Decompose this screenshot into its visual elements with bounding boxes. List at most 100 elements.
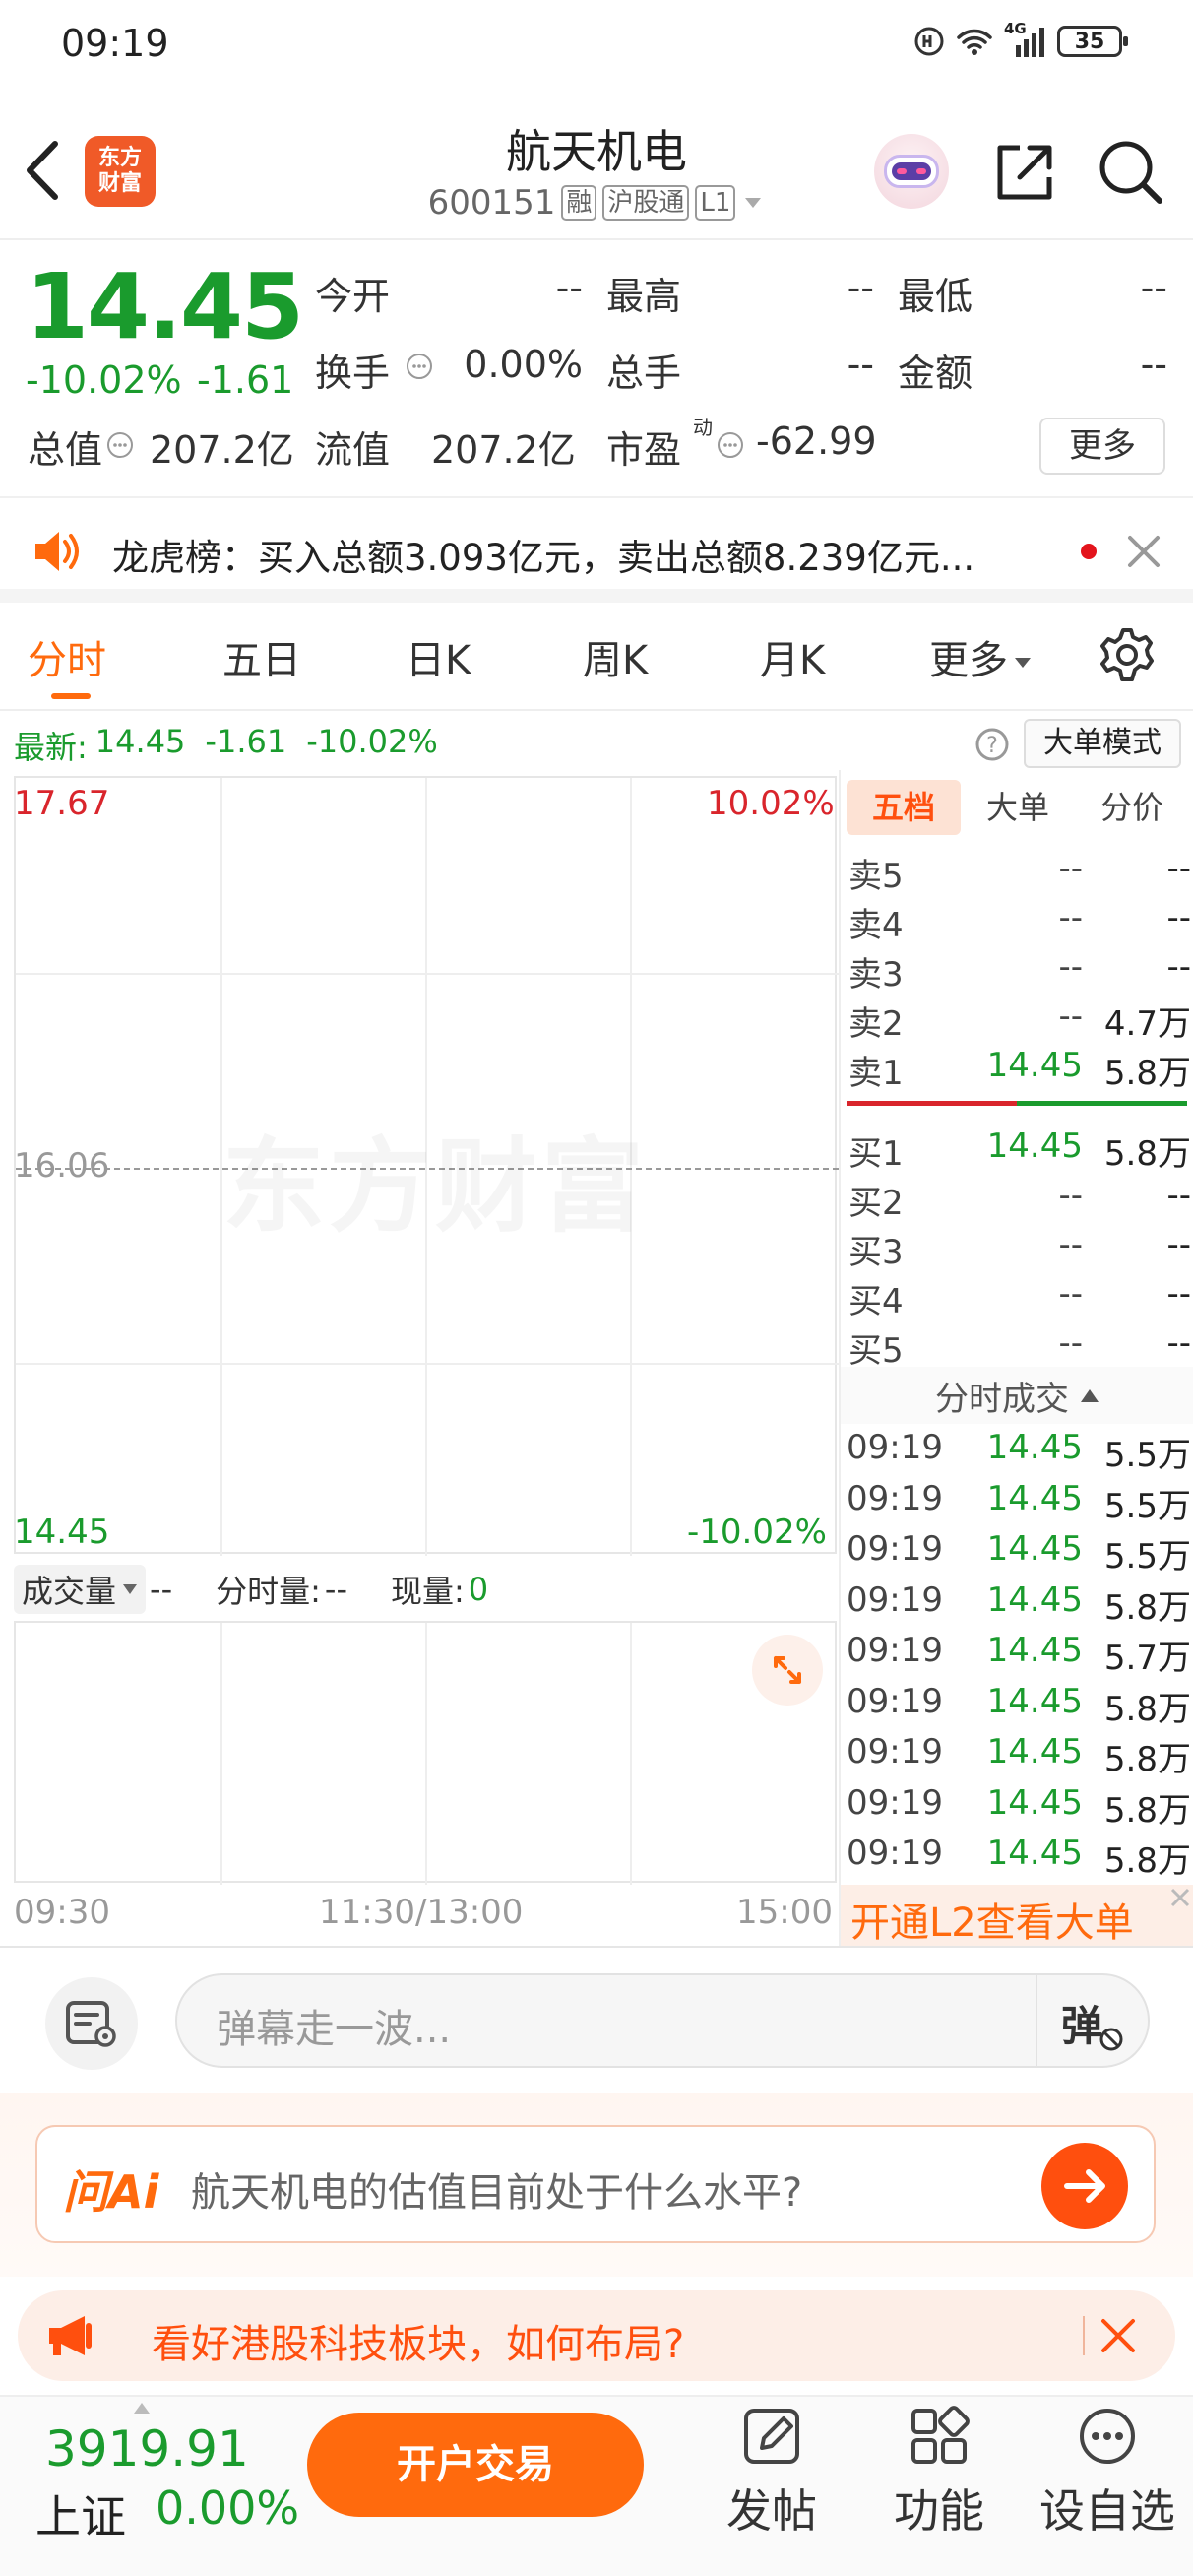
info-dots-icon[interactable] bbox=[406, 353, 433, 380]
caret-down-icon bbox=[1015, 658, 1031, 668]
orderbook-tab-2[interactable]: 分价 bbox=[1075, 780, 1189, 835]
orderbook-tab-1[interactable]: 大单 bbox=[961, 780, 1075, 835]
orderbook-row: 卖2 -- 4.7万 bbox=[847, 993, 1191, 1044]
search-button[interactable] bbox=[1095, 136, 1165, 207]
bid-ask-divider bbox=[847, 1101, 1187, 1106]
trade-price: 14.45 bbox=[986, 1478, 1083, 1518]
trades-header[interactable]: 分时成交 bbox=[841, 1367, 1193, 1424]
divider bbox=[0, 1946, 1193, 1948]
info-dots-icon[interactable] bbox=[717, 431, 744, 459]
comment-placeholder: 弹幕走一波... bbox=[217, 2007, 452, 2052]
trade-time: 09:19 bbox=[847, 1681, 943, 1721]
nav-functions[interactable]: 功能 bbox=[880, 2405, 998, 2562]
settings-icon[interactable] bbox=[1099, 626, 1156, 683]
y-axis-mid: 16.06 bbox=[14, 1146, 110, 1186]
l2-banner-text: 开通L2查看大单 bbox=[850, 1900, 1134, 1946]
info-dots-icon[interactable] bbox=[106, 431, 134, 459]
intraday-chart[interactable]: 东方财富 bbox=[14, 776, 839, 1556]
trade-price: 14.45 bbox=[986, 1579, 1083, 1620]
volume-label3: 现量: bbox=[391, 1573, 465, 1610]
danmu-label: 弹 bbox=[1061, 2002, 1103, 2050]
y-axis-top: 17.67 bbox=[14, 784, 110, 823]
tab-0[interactable]: 分时 bbox=[28, 628, 106, 685]
promo-banner[interactable]: 看好港股科技板块，如何布局? bbox=[18, 2290, 1175, 2381]
latest-price: 14.45 bbox=[94, 723, 186, 760]
latest-label: 最新: bbox=[14, 729, 88, 766]
level-volume: -- bbox=[1166, 1176, 1191, 1215]
close-icon[interactable] bbox=[1169, 1887, 1191, 1908]
quote-field-value: -- bbox=[1140, 343, 1167, 386]
level-label: 买5 bbox=[848, 1331, 904, 1371]
status-icons: 4G 35 bbox=[913, 20, 1128, 57]
chart-tabs: 分时 五日 日K 周K 月K 更多 bbox=[0, 603, 1193, 711]
help-icon[interactable]: ? bbox=[974, 727, 1010, 762]
level-price: -- bbox=[1058, 849, 1083, 888]
trade-row: 09:19 14.45 5.8万 bbox=[847, 1730, 1191, 1781]
notice-bar[interactable]: 龙虎榜：买入总额3.093亿元，卖出总额8.239亿元... bbox=[0, 498, 1193, 603]
close-icon[interactable] bbox=[1126, 534, 1162, 569]
level-label: 卖2 bbox=[848, 1004, 904, 1044]
caret-up-icon bbox=[1081, 1389, 1099, 1402]
trade-row: 09:19 14.45 5.5万 bbox=[847, 1477, 1191, 1528]
tag-connect: 沪股通 bbox=[602, 185, 690, 221]
trade-price: 14.45 bbox=[986, 1428, 1083, 1467]
more-button[interactable]: 更多 bbox=[1039, 418, 1165, 475]
latest-row: 最新: 14.45 -1.61 -10.02% bbox=[14, 723, 438, 768]
signal-label: 4G bbox=[1004, 20, 1027, 37]
share-button[interactable] bbox=[990, 138, 1059, 207]
comment-input[interactable]: 弹幕走一波... 弹 bbox=[175, 1973, 1150, 2068]
trade-time: 09:19 bbox=[847, 1428, 943, 1467]
level-label: 卖1 bbox=[848, 1054, 904, 1093]
tab-3[interactable]: 周K bbox=[583, 628, 648, 685]
ai-go-button[interactable] bbox=[1041, 2143, 1128, 2229]
level-volume: -- bbox=[1166, 1225, 1191, 1264]
open-account-button[interactable]: 开户交易 bbox=[307, 2413, 644, 2517]
tab-4[interactable]: 月K bbox=[760, 628, 825, 685]
grid-icon bbox=[911, 2406, 970, 2464]
note-button[interactable] bbox=[45, 1977, 138, 2070]
trade-volume: 5.8万 bbox=[1103, 1841, 1191, 1881]
nav-watchlist-label: 设自选 bbox=[1039, 2484, 1175, 2538]
danmu-toggle[interactable]: 弹 bbox=[1061, 1993, 1102, 2053]
big-order-mode-button[interactable]: 大单模式 bbox=[1024, 719, 1181, 768]
tab-2[interactable]: 日K bbox=[406, 628, 471, 685]
nav-post[interactable]: 发帖 bbox=[713, 2405, 831, 2562]
tab-label: 日K bbox=[406, 638, 471, 683]
search-icon bbox=[1099, 141, 1162, 204]
volume-legend: 成交量 -- 分时量: -- 现量: 0 bbox=[14, 1558, 837, 1621]
expand-button[interactable] bbox=[752, 1635, 823, 1706]
trade-row: 09:19 14.45 5.5万 bbox=[847, 1527, 1191, 1578]
orderbook-tab-0[interactable]: 五档 bbox=[847, 780, 961, 835]
level-volume: -- bbox=[1166, 947, 1191, 987]
index-widget[interactable]: 3919.91 上证 0.00% bbox=[35, 2413, 301, 2546]
tab-5[interactable]: 更多 bbox=[929, 628, 1032, 685]
close-icon[interactable] bbox=[1099, 2316, 1138, 2355]
robot-avatar[interactable] bbox=[874, 134, 949, 209]
trades-title: 分时成交 bbox=[935, 1379, 1069, 1419]
quote-field-value: -- bbox=[1140, 266, 1167, 309]
orderbook-tabs: 五档 大单 分价 bbox=[847, 780, 1191, 835]
l2-banner[interactable]: 开通L2查看大单 bbox=[841, 1885, 1193, 1946]
trade-price: 14.45 bbox=[986, 1834, 1083, 1873]
disable-icon bbox=[1099, 2028, 1123, 2051]
nav-watchlist[interactable]: 设自选 bbox=[1032, 2405, 1183, 2562]
quote-field-label: 总值 bbox=[28, 428, 103, 472]
ask-list: 卖5 -- -- 卖4 -- -- 卖3 -- -- 卖2 -- 4.7万 卖1 14.45 5.8万 bbox=[847, 845, 1191, 1093]
quote-field-label: 今开 bbox=[315, 275, 391, 318]
level-price: -- bbox=[1058, 997, 1083, 1036]
ai-question-card[interactable]: 问Ai 航天机电的估值目前处于什么水平? bbox=[35, 2125, 1156, 2243]
volume-selector[interactable]: 成交量 bbox=[14, 1565, 147, 1614]
tab-label: 五日 bbox=[222, 638, 301, 683]
note-settings-icon bbox=[66, 2001, 116, 2047]
volume-chart[interactable] bbox=[14, 1621, 837, 1885]
more-dots-icon bbox=[1080, 2409, 1135, 2464]
pct-axis-bottom: -10.02% bbox=[687, 1513, 827, 1552]
trade-time: 09:19 bbox=[847, 1782, 943, 1823]
level-label: 卖3 bbox=[848, 955, 904, 995]
trade-volume: 5.8万 bbox=[1103, 1740, 1191, 1779]
orderbook-panel: 五档 大单 分价 卖5 -- -- 卖4 -- -- 卖3 -- -- 卖2 -- 4.7万 卖1 14.45… bbox=[839, 770, 1193, 1948]
notice-text: 龙虎榜：买入总额3.093亿元，卖出总额8.239亿元... bbox=[112, 537, 975, 579]
tab-label: 分时 bbox=[28, 638, 106, 683]
tab-active-indicator bbox=[51, 693, 91, 699]
tab-1[interactable]: 五日 bbox=[222, 628, 301, 685]
